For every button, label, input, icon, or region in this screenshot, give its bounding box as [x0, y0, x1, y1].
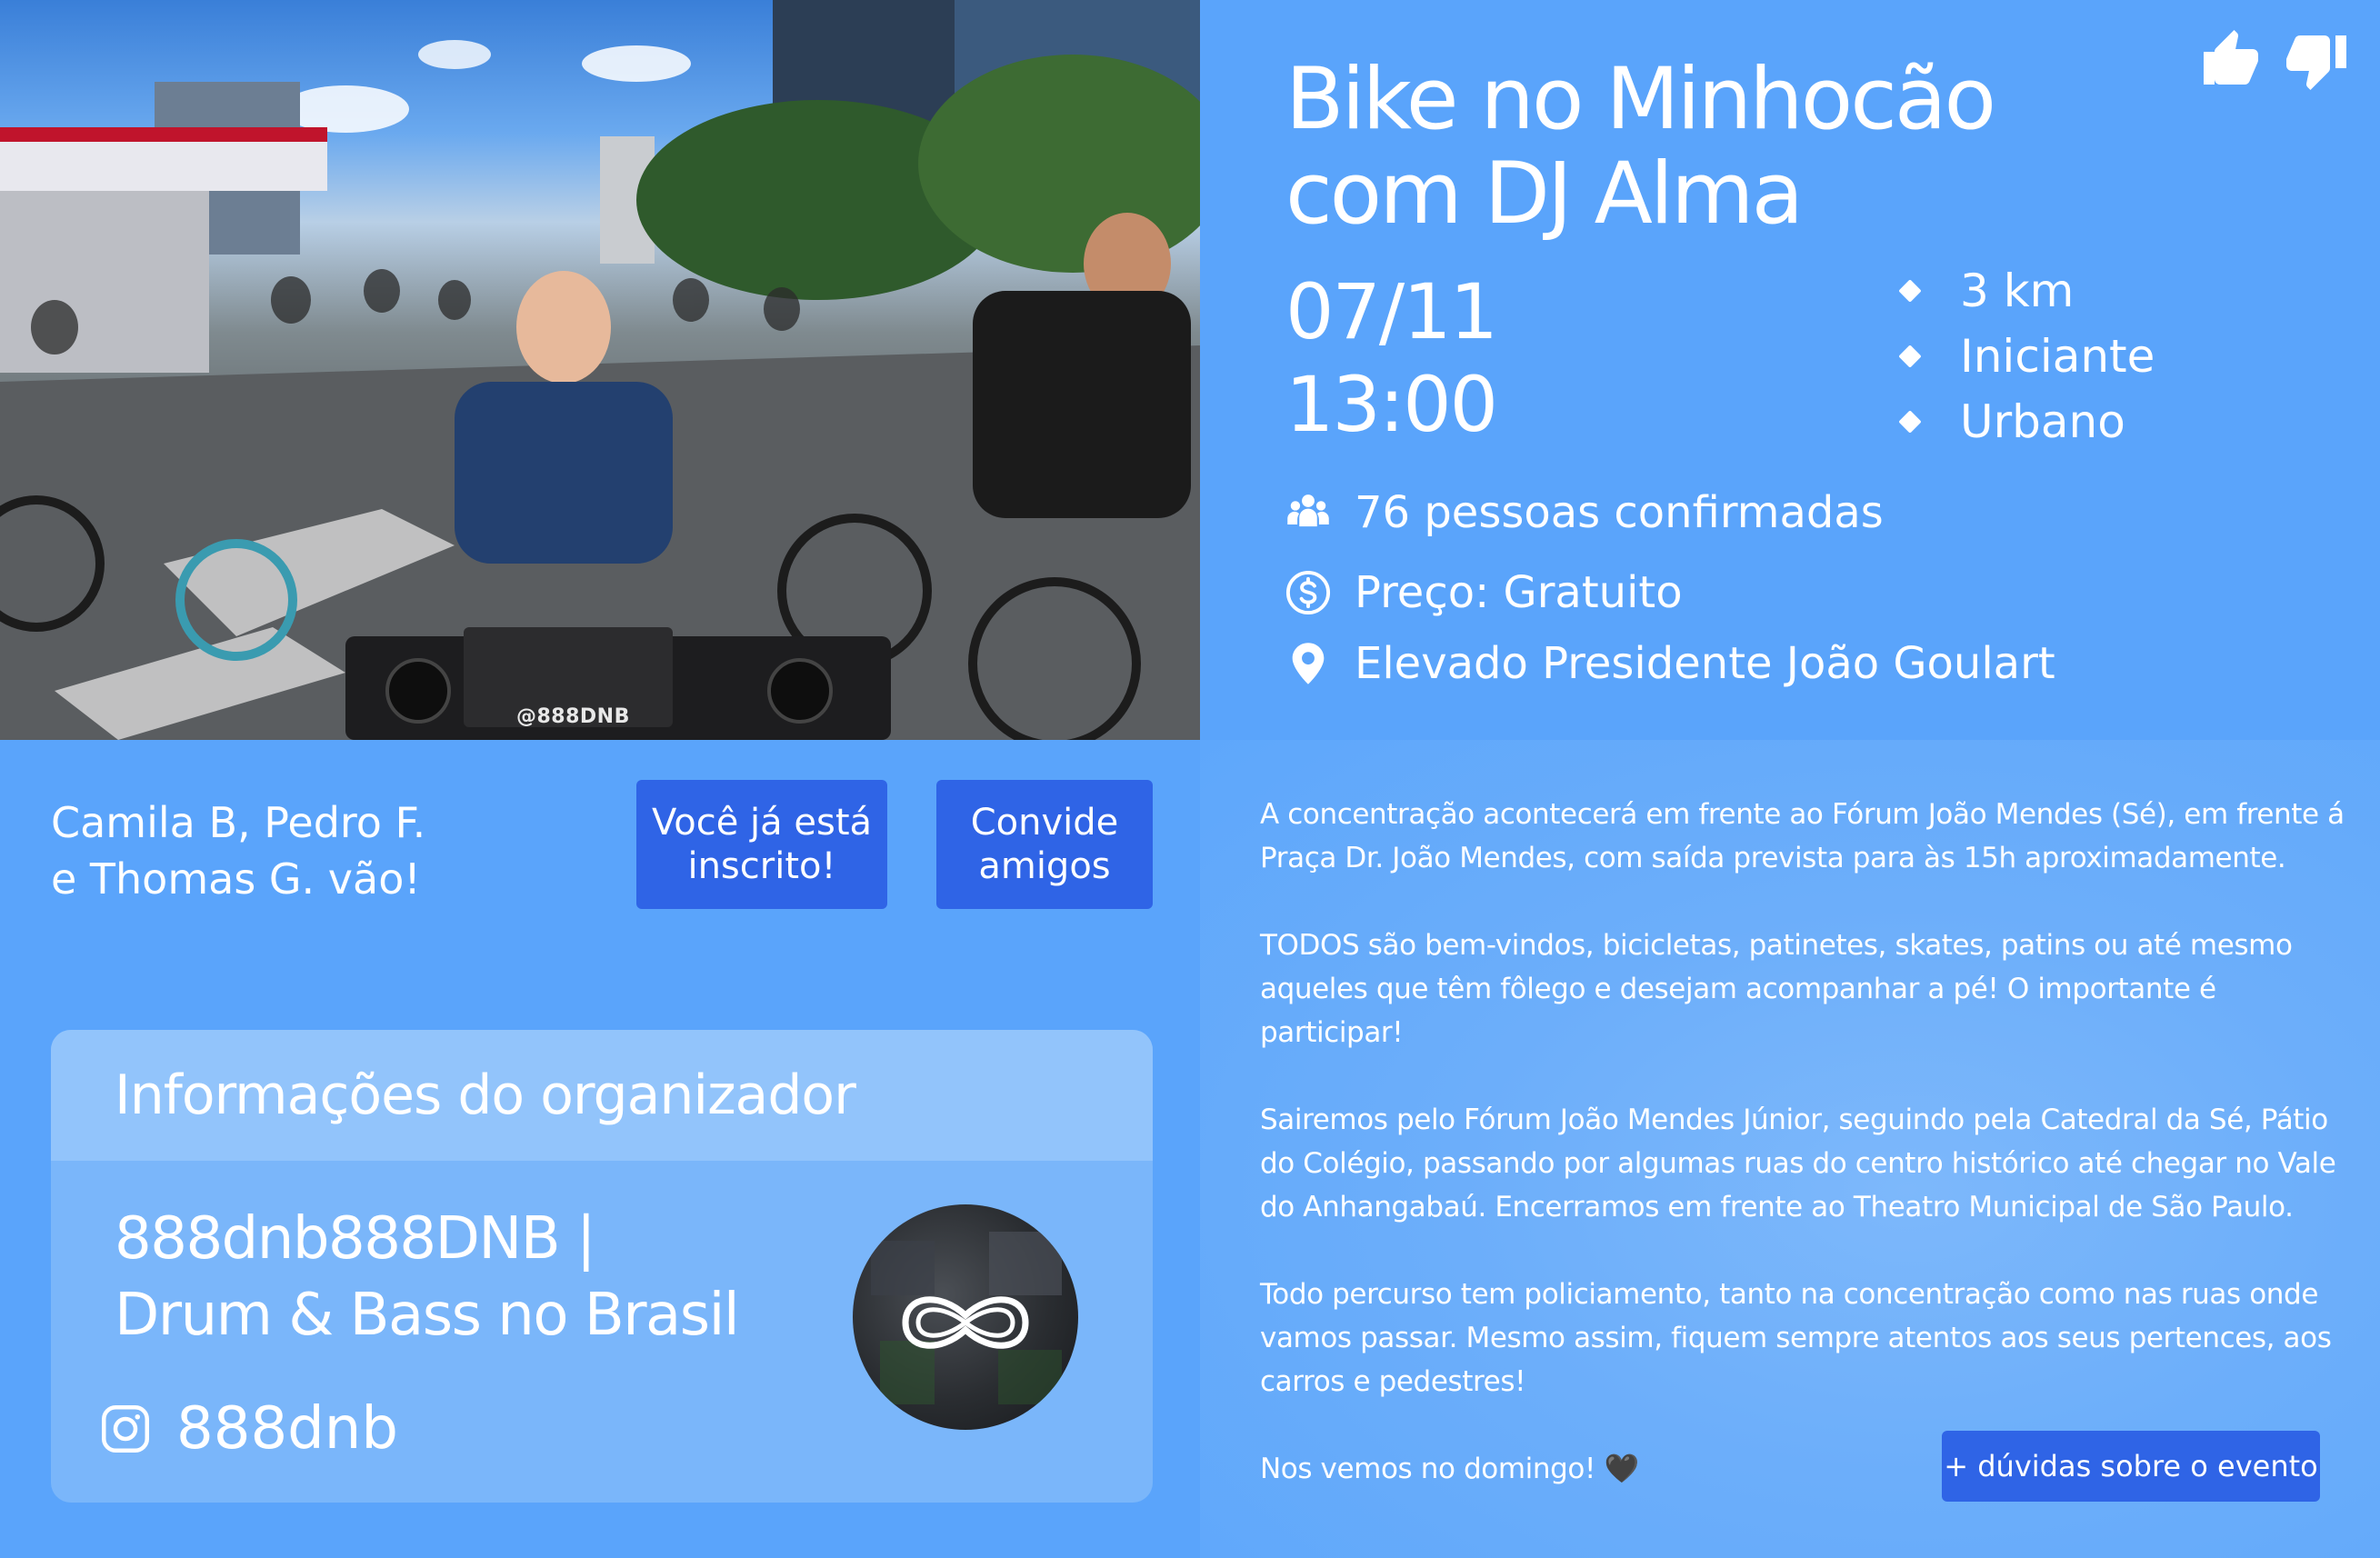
description-paragraph: Sairemos pelo Fórum João Mendes Júnior, …: [1260, 1104, 2336, 1223]
organizer-card: Informações do organizador 888dnb888DNB …: [51, 1030, 1153, 1503]
people-icon: [1284, 488, 1333, 537]
friends-line1: Camila B, Pedro F.: [51, 798, 426, 847]
attribute-label: Iniciante: [1960, 330, 2155, 383]
organizer-name-line2: Drum & Bass no Brasil: [115, 1282, 740, 1349]
map-pin-icon: [1284, 639, 1333, 688]
confirmed-count: 76 pessoas confirmadas: [1284, 487, 1884, 538]
event-date: 07/11: [1285, 267, 1498, 356]
friends-line2: e Thomas G. vão!: [51, 854, 421, 904]
attribute-label: 3 km: [1960, 265, 2075, 317]
attribute-type: Urbano: [1898, 389, 2155, 454]
invite-button-line1: Convide: [970, 802, 1119, 844]
event-title-line2: com DJ Alma: [1285, 145, 1804, 244]
event-price-label: Preço: Gratuito: [1355, 567, 1683, 618]
attribute-distance: 3 km: [1898, 258, 2155, 324]
organizer-instagram-link[interactable]: 888dnb: [98, 1395, 398, 1463]
event-photo-illustration: [0, 0, 1200, 740]
event-location-label: Elevado Presidente João Goulart: [1355, 638, 2055, 689]
friends-attending: Camila B, Pedro F. e Thomas G. vão!: [51, 794, 560, 907]
attribute-level: Iniciante: [1898, 324, 2155, 389]
event-attributes: 3 km Iniciante Urbano: [1898, 258, 2155, 454]
confirmed-count-label: 76 pessoas confirmadas: [1355, 487, 1884, 538]
diamond-bullet-icon: [1898, 345, 1922, 368]
event-datetime: 07/11 13:00: [1285, 265, 1498, 451]
description-paragraph: Todo percurso tem policiamento, tanto na…: [1260, 1278, 2332, 1398]
organizer-name-line1: 888dnb888DNB |: [115, 1205, 596, 1273]
event-photo: @888DNB: [0, 0, 1200, 740]
description-paragraph: TODOS são bem-vindos, bicicletas, patine…: [1260, 929, 2293, 1049]
instagram-icon: [102, 1405, 149, 1453]
organizer-instagram-handle: 888dnb: [176, 1395, 398, 1463]
organizer-logo: [871, 1232, 1062, 1404]
event-price: Preço: Gratuito: [1284, 567, 1683, 618]
enrolled-button-line2: inscrito!: [687, 845, 836, 887]
event-title-line1: Bike no Minhocão: [1285, 50, 1996, 149]
diamond-bullet-icon: [1898, 279, 1922, 303]
like-button[interactable]: [2198, 27, 2264, 93]
enrolled-button[interactable]: Você já está inscrito!: [636, 780, 887, 909]
event-title: Bike no Minhocão com DJ Alma: [1285, 53, 2104, 242]
photo-watermark: @888DNB: [516, 705, 630, 728]
invite-friends-button[interactable]: Convide amigos: [936, 780, 1153, 909]
thumbs-up-icon: [2204, 30, 2258, 85]
enrolled-button-line1: Você já está: [651, 802, 873, 844]
organizer-name[interactable]: 888dnb888DNB | Drum & Bass no Brasil: [115, 1201, 805, 1353]
description-paragraph: A concentração acontecerá em frente ao F…: [1260, 798, 2345, 874]
organizer-heading: Informações do organizador: [51, 1030, 1153, 1161]
dollar-circle-icon: [1284, 568, 1333, 617]
event-questions-button[interactable]: + dúvidas sobre o evento: [1942, 1431, 2320, 1502]
dislike-button[interactable]: [2284, 27, 2349, 93]
organizer-avatar[interactable]: [853, 1204, 1078, 1430]
diamond-bullet-icon: [1898, 410, 1922, 434]
event-description: A concentração acontecerá em frente ao F…: [1260, 793, 2351, 1534]
attribute-label: Urbano: [1960, 395, 2125, 448]
event-time: 13:00: [1285, 360, 1498, 449]
thumbs-down-icon: [2286, 35, 2346, 90]
invite-button-line2: amigos: [978, 845, 1111, 887]
event-location[interactable]: Elevado Presidente João Goulart: [1284, 638, 2055, 689]
